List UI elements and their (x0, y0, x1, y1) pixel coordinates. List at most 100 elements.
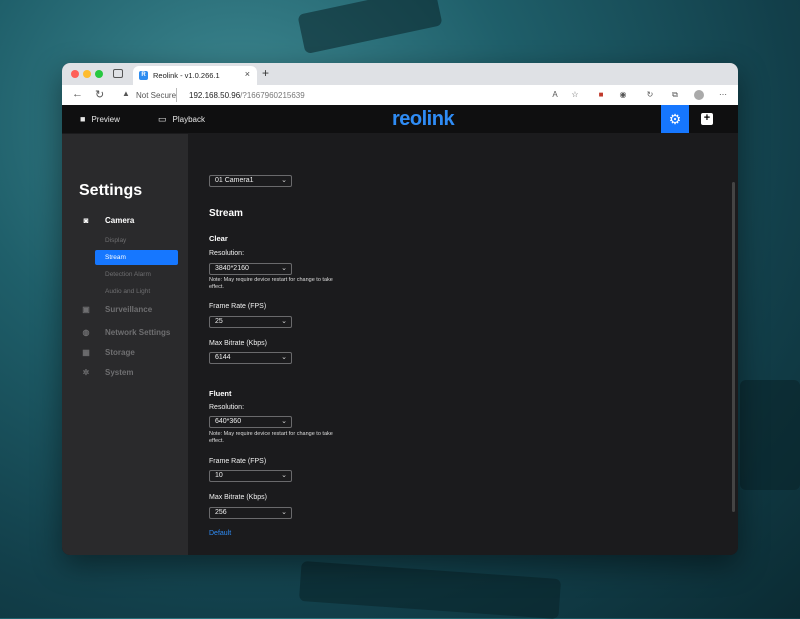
clear-resolution-label: Resolution: (209, 250, 245, 257)
scrollbar[interactable] (732, 182, 735, 512)
extension-shield-icon[interactable]: ■ (596, 90, 606, 100)
window-minimize-button[interactable] (83, 70, 91, 78)
chevron-down-icon: ⌄ (281, 472, 287, 479)
system-gear-icon: ✲ (82, 368, 90, 377)
camera-preview-icon: ■ (80, 114, 86, 124)
close-tab-icon[interactable]: × (245, 69, 250, 79)
clear-section-title: Clear (209, 234, 228, 243)
fluent-frame-rate-value: 10 (215, 472, 223, 479)
camera-select-value: 01 Camera1 (215, 177, 254, 184)
address-divider (176, 88, 177, 102)
profile-avatar-icon[interactable] (694, 90, 704, 100)
sidebar-sub-detection-alarm[interactable]: Detection Alarm (95, 267, 178, 282)
settings-title: Settings (79, 182, 143, 199)
warning-icon: ▲ (122, 89, 130, 98)
chevron-down-icon: ⌄ (281, 177, 287, 184)
gear-icon: ⚙ (668, 111, 682, 127)
settings-gear-button[interactable]: ⚙ (661, 105, 689, 133)
camera-icon: ◙ (83, 216, 89, 225)
clear-bitrate-label: Max Bitrate (Kbps) (209, 340, 267, 347)
camera-select[interactable]: 01 Camera1 ⌄ (209, 175, 292, 187)
favorite-icon[interactable]: ☆ (570, 90, 580, 100)
refresh-extension-icon[interactable]: ↻ (645, 90, 655, 100)
app-header: ■ Preview ▭ Playback reolink ⚙ + (62, 105, 738, 133)
sidebar-sub-audio-light[interactable]: Audio and Light (95, 284, 178, 299)
sidebar-item-label: Surveillance (105, 305, 153, 314)
storage-icon: ▦ (82, 348, 90, 357)
fluent-resolution-select[interactable]: 640*360 ⌄ (209, 416, 292, 428)
playback-nav[interactable]: ▭ Playback (158, 114, 205, 125)
default-link[interactable]: Default (209, 530, 231, 537)
clear-frame-rate-select[interactable]: 25 ⌄ (209, 316, 292, 328)
clear-frame-rate-value: 25 (215, 318, 223, 325)
reolink-logo: reolink (392, 108, 455, 130)
add-device-button[interactable]: + (701, 113, 713, 125)
reload-button[interactable]: ↻ (95, 88, 104, 101)
playback-icon: ▭ (158, 114, 167, 124)
more-menu-icon[interactable]: ⋯ (718, 90, 728, 100)
back-button[interactable]: ← (72, 88, 83, 100)
fluent-resolution-label: Resolution: (209, 404, 245, 411)
fluent-frame-rate-label: Frame Rate (FPS) (209, 458, 267, 465)
sidebar-item-label: Network Settings (105, 328, 171, 337)
url-text: 192.168.50.96/?1667960215639 (189, 91, 305, 100)
clear-resolution-value: 3840*2160 (215, 265, 249, 272)
preview-label: Preview (91, 114, 120, 124)
playback-label: Playback (172, 115, 205, 124)
extension-icon[interactable]: ◉ (618, 90, 628, 100)
plus-icon: + (703, 112, 711, 124)
read-aloud-icon[interactable]: A (550, 90, 560, 100)
sidebar-sub-stream[interactable]: Stream (95, 250, 178, 265)
clear-resolution-select[interactable]: 3840*2160 ⌄ (209, 263, 292, 275)
chevron-down-icon: ⌄ (281, 318, 287, 325)
settings-sidebar: Settings ◙ Camera Display Stream Detecti… (62, 134, 188, 555)
tab-strip: R Reolink - v1.0.266.1 × + (62, 63, 738, 85)
sidebar-item-network[interactable]: ◍ Network Settings (81, 328, 171, 337)
address-bar[interactable]: ▲ Not Secure 192.168.50.96/?166796021563… (114, 87, 534, 103)
chevron-down-icon: ⌄ (281, 354, 287, 361)
window-maximize-button[interactable] (95, 70, 103, 78)
browser-toolbar: ← ↻ ▲ Not Secure 192.168.50.96/?16679602… (62, 85, 738, 106)
sidebar-item-system[interactable]: ✲ System (81, 368, 134, 377)
page-title: Stream (209, 208, 243, 219)
sidebar-toggle-icon[interactable] (113, 69, 123, 78)
url-host: 192.168.50.96 (189, 91, 241, 100)
reolink-favicon-icon: R (139, 71, 148, 80)
sidebar-item-surveillance[interactable]: ▣ Surveillance (81, 305, 152, 314)
fluent-bitrate-label: Max Bitrate (Kbps) (209, 494, 267, 501)
clear-bitrate-value: 6144 (215, 354, 231, 361)
sidebar-item-camera[interactable]: ◙ Camera (81, 216, 135, 225)
sidebar-item-label: Camera (105, 216, 135, 225)
sidebar-sub-display[interactable]: Display (95, 233, 178, 248)
clear-frame-rate-label: Frame Rate (FPS) (209, 303, 267, 310)
window-close-button[interactable] (71, 70, 79, 78)
tab-title: Reolink - v1.0.266.1 (153, 71, 220, 80)
chevron-down-icon: ⌄ (281, 265, 287, 272)
new-tab-button[interactable]: + (262, 66, 269, 80)
browser-window: R Reolink - v1.0.266.1 × + ← ↻ ▲ Not Sec… (62, 63, 738, 555)
fluent-resolution-value: 640*360 (215, 418, 242, 425)
clear-bitrate-select[interactable]: 6144 ⌄ (209, 352, 292, 364)
chevron-down-icon: ⌄ (281, 418, 287, 425)
security-label: Not Secure (136, 91, 177, 100)
collections-icon[interactable]: ⧉ (670, 90, 680, 100)
background-wreck-right (740, 380, 800, 490)
fluent-bitrate-select[interactable]: 256 ⌄ (209, 507, 292, 519)
surveillance-icon: ▣ (82, 305, 90, 314)
fluent-section-title: Fluent (209, 389, 232, 398)
sidebar-item-storage[interactable]: ▦ Storage (81, 348, 135, 357)
globe-icon: ◍ (82, 328, 90, 337)
fluent-frame-rate-select[interactable]: 10 ⌄ (209, 470, 292, 482)
stream-settings-panel: 01 Camera1 ⌄ Stream Clear Resolution: 38… (188, 134, 738, 555)
fluent-resolution-note: Note: May require device restart for cha… (209, 431, 333, 444)
clear-resolution-note: Note: May require device restart for cha… (209, 277, 333, 290)
browser-tab[interactable]: R Reolink - v1.0.266.1 × (133, 66, 257, 85)
preview-nav[interactable]: ■ Preview (80, 114, 120, 124)
background-wreck-bottom (298, 560, 562, 619)
sidebar-item-label: Storage (105, 348, 135, 357)
background-wreck-top (297, 0, 443, 55)
chevron-down-icon: ⌄ (281, 509, 287, 516)
url-path: /?1667960215639 (240, 91, 305, 100)
sidebar-item-label: System (105, 368, 134, 377)
fluent-bitrate-value: 256 (215, 509, 227, 516)
